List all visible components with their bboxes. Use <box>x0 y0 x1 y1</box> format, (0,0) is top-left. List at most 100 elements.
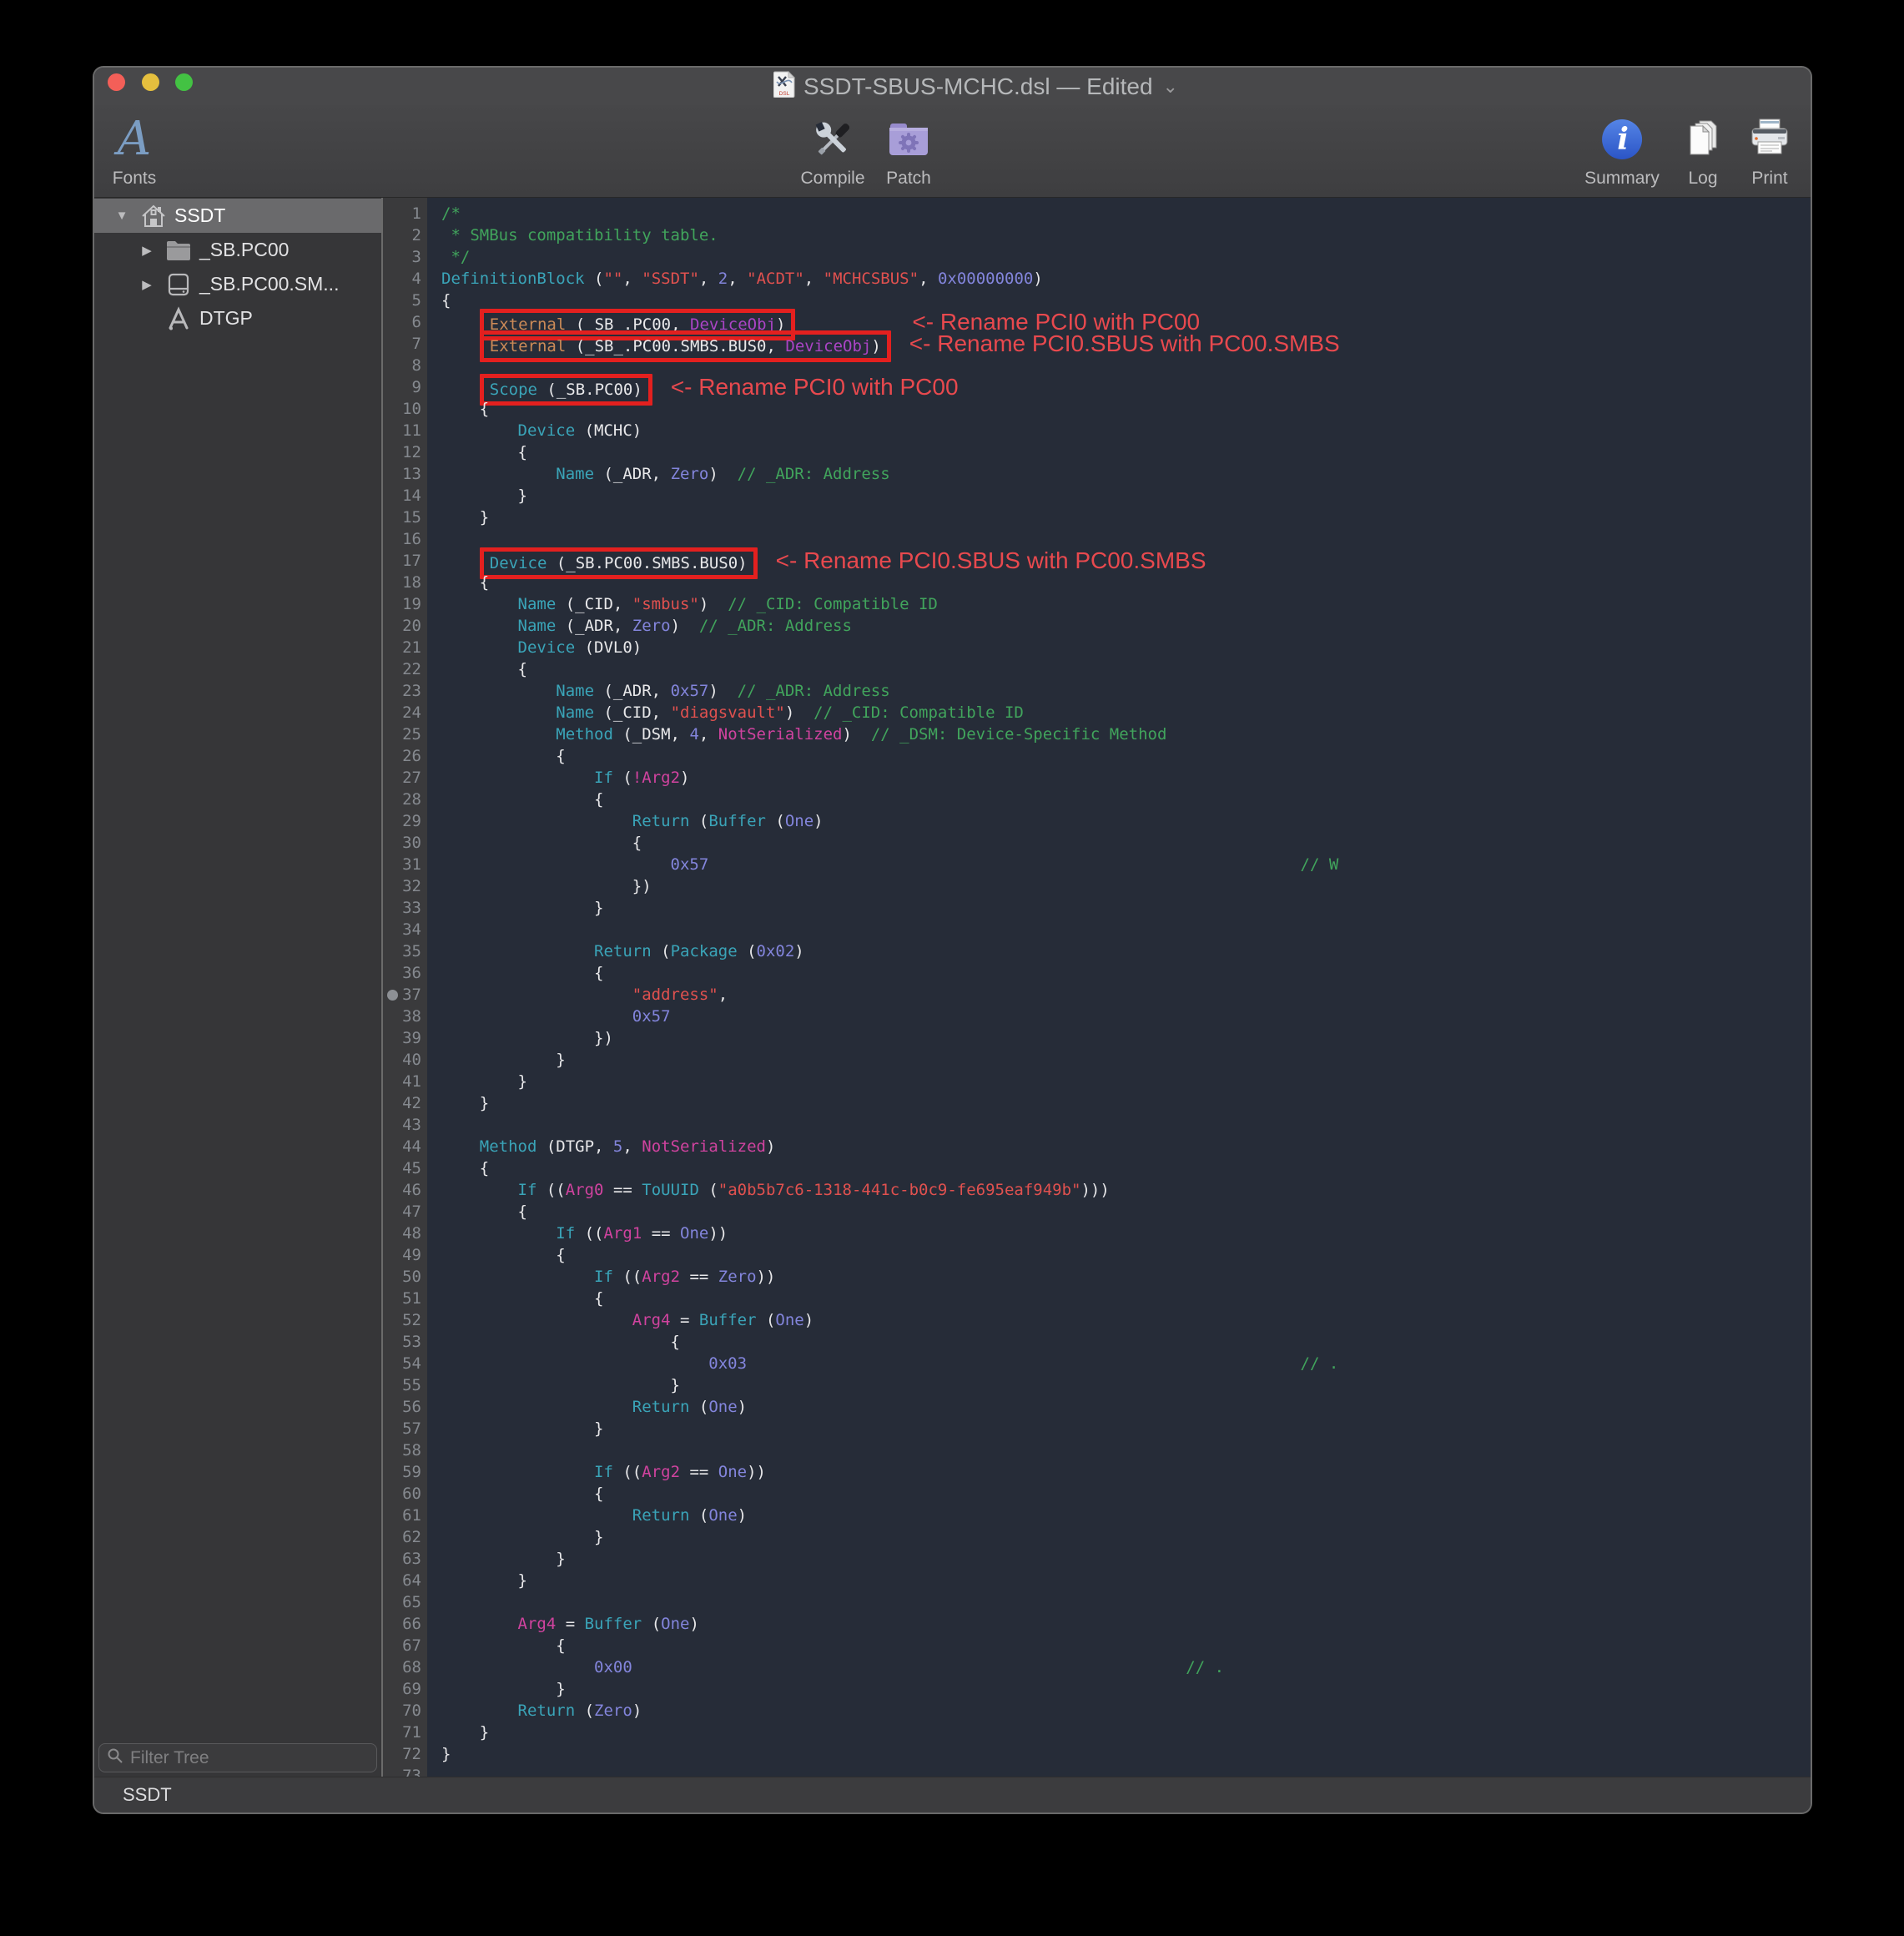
svg-text:DSL: DSL <box>779 91 790 97</box>
title-bar: DSL SSDT-SBUS-MCHC.dsl — Edited ⌄ <box>94 68 1811 105</box>
tree-item-sb-pc00-smbs[interactable]: ▶ _SB.PC00.SM... <box>94 267 381 301</box>
line-number: 47 <box>383 1201 427 1223</box>
compile-button[interactable]: Compile <box>800 115 864 189</box>
line-number: 72 <box>383 1743 427 1765</box>
line-number: 61 <box>383 1505 427 1526</box>
summary-button[interactable]: i Summary <box>1584 115 1660 189</box>
code-line <box>441 1765 1811 1777</box>
code-line: Return (One) <box>441 1396 1811 1418</box>
log-button[interactable]: Log <box>1680 115 1726 189</box>
line-number: 44 <box>383 1136 427 1157</box>
line-number: 45 <box>383 1157 427 1179</box>
line-number: 31 <box>383 854 427 875</box>
line-number: 65 <box>383 1591 427 1613</box>
annotation-text: <- Rename PCI0.SBUS with PC00.SMBS <box>909 330 1340 356</box>
code-line: { <box>441 1244 1811 1266</box>
tree-item-ssdt[interactable]: ▼ SSDT <box>94 199 381 233</box>
tree-item-dtgp[interactable]: DTGP <box>94 301 381 335</box>
code-line: Return (Zero) <box>441 1700 1811 1722</box>
code-line: } <box>441 897 1811 919</box>
line-number: 8 <box>383 355 427 376</box>
line-number: 64 <box>383 1570 427 1591</box>
line-number: 59 <box>383 1461 427 1483</box>
red-highlight-box: External (_SB_.PC00.SMBS.BUS0, DeviceObj… <box>480 330 891 362</box>
line-number: 3 <box>383 246 427 268</box>
print-button[interactable]: Print <box>1746 115 1793 189</box>
line-number: 25 <box>383 723 427 745</box>
line-number: 1 <box>383 203 427 224</box>
code-line: }) <box>441 875 1811 897</box>
line-number: 36 <box>383 962 427 984</box>
line-number: 29 <box>383 810 427 832</box>
line-number: 43 <box>383 1114 427 1136</box>
code-line: External (_SB_.PC00.SMBS.BUS0, DeviceObj… <box>441 333 1811 355</box>
code-line: Device (_SB.PC00.SMBS.BUS0)<- Rename PCI… <box>441 550 1811 572</box>
line-number: 7 <box>383 333 427 355</box>
code-line: 0x57 // W <box>441 854 1811 875</box>
log-label: Log <box>1688 169 1717 189</box>
fonts-label: Fonts <box>113 169 157 189</box>
folder-icon <box>164 237 193 264</box>
code-line: Name (_CID, "smbus") // _CID: Compatible… <box>441 593 1811 615</box>
code-line: } <box>441 1092 1811 1114</box>
code-area[interactable]: /* * SMBus compatibility table. */Defini… <box>427 198 1811 1777</box>
code-line: } <box>441 1418 1811 1439</box>
line-number: 6 <box>383 311 427 333</box>
line-number: 34 <box>383 919 427 940</box>
code-line <box>441 1591 1811 1613</box>
code-line: DefinitionBlock ("", "SSDT", 2, "ACDT", … <box>441 268 1811 290</box>
disclosure-open-icon[interactable]: ▼ <box>111 209 133 223</box>
home-icon <box>139 203 168 229</box>
disclosure-closed-icon[interactable]: ▶ <box>136 243 158 258</box>
line-number: 62 <box>383 1526 427 1548</box>
print-icon <box>1746 115 1793 164</box>
red-highlight-box: Scope (_SB.PC00) <box>480 374 652 406</box>
line-number: 60 <box>383 1483 427 1505</box>
patch-icon <box>885 115 932 164</box>
patch-button[interactable]: Patch <box>885 115 932 189</box>
disclosure-closed-icon[interactable]: ▶ <box>136 277 158 292</box>
fonts-icon: A <box>118 115 151 164</box>
code-line <box>441 919 1811 940</box>
code-line: Name (_ADR, Zero) // _ADR: Address <box>441 615 1811 637</box>
tree-item-label: SSDT <box>174 204 225 227</box>
code-line: { <box>441 1201 1811 1223</box>
line-number: 33 <box>383 897 427 919</box>
code-line: Device (MCHC) <box>441 420 1811 441</box>
code-line: Return (Buffer (One) <box>441 810 1811 832</box>
filter-tree-field[interactable]: Filter Tree <box>98 1743 377 1772</box>
code-line: Scope (_SB.PC00)<- Rename PCI0 with PC00 <box>441 376 1811 398</box>
status-path: SSDT <box>123 1784 172 1806</box>
filter-tree-placeholder: Filter Tree <box>130 1748 209 1768</box>
line-number: 71 <box>383 1722 427 1743</box>
code-line: } <box>441 485 1811 507</box>
code-line: } <box>441 1678 1811 1700</box>
code-line: /* <box>441 203 1811 224</box>
code-line: { <box>441 1483 1811 1505</box>
line-number: 35 <box>383 940 427 962</box>
tree-item-sb-pc00[interactable]: ▶ _SB.PC00 <box>94 233 381 267</box>
code-line: Return (One) <box>441 1505 1811 1526</box>
line-number: 52 <box>383 1309 427 1331</box>
editor-pane: 1234567891011121314151617181920212223242… <box>383 198 1811 1777</box>
line-number: 30 <box>383 832 427 854</box>
code-line: { <box>441 658 1811 680</box>
code-line: { <box>441 962 1811 984</box>
fonts-button[interactable]: A Fonts <box>113 115 157 189</box>
code-line: } <box>441 1049 1811 1071</box>
line-number: 11 <box>383 420 427 441</box>
line-number: 14 <box>383 485 427 507</box>
method-icon <box>164 305 193 332</box>
toolbar: A Fonts <box>94 105 1811 198</box>
code-line: If ((Arg2 == One)) <box>441 1461 1811 1483</box>
line-number: 50 <box>383 1266 427 1288</box>
maciasl-window: DSL SSDT-SBUS-MCHC.dsl — Edited ⌄ A Font… <box>94 68 1811 1812</box>
title-chevron-icon[interactable]: ⌄ <box>1163 78 1178 96</box>
line-number: 73 <box>383 1765 427 1777</box>
line-number: 39 <box>383 1027 427 1049</box>
line-number: 55 <box>383 1374 427 1396</box>
sidebar: ▼ SSDT ▶ <box>94 198 383 1777</box>
line-number: 10 <box>383 398 427 420</box>
code-line: "address", <box>441 984 1811 1006</box>
line-number: 16 <box>383 528 427 550</box>
